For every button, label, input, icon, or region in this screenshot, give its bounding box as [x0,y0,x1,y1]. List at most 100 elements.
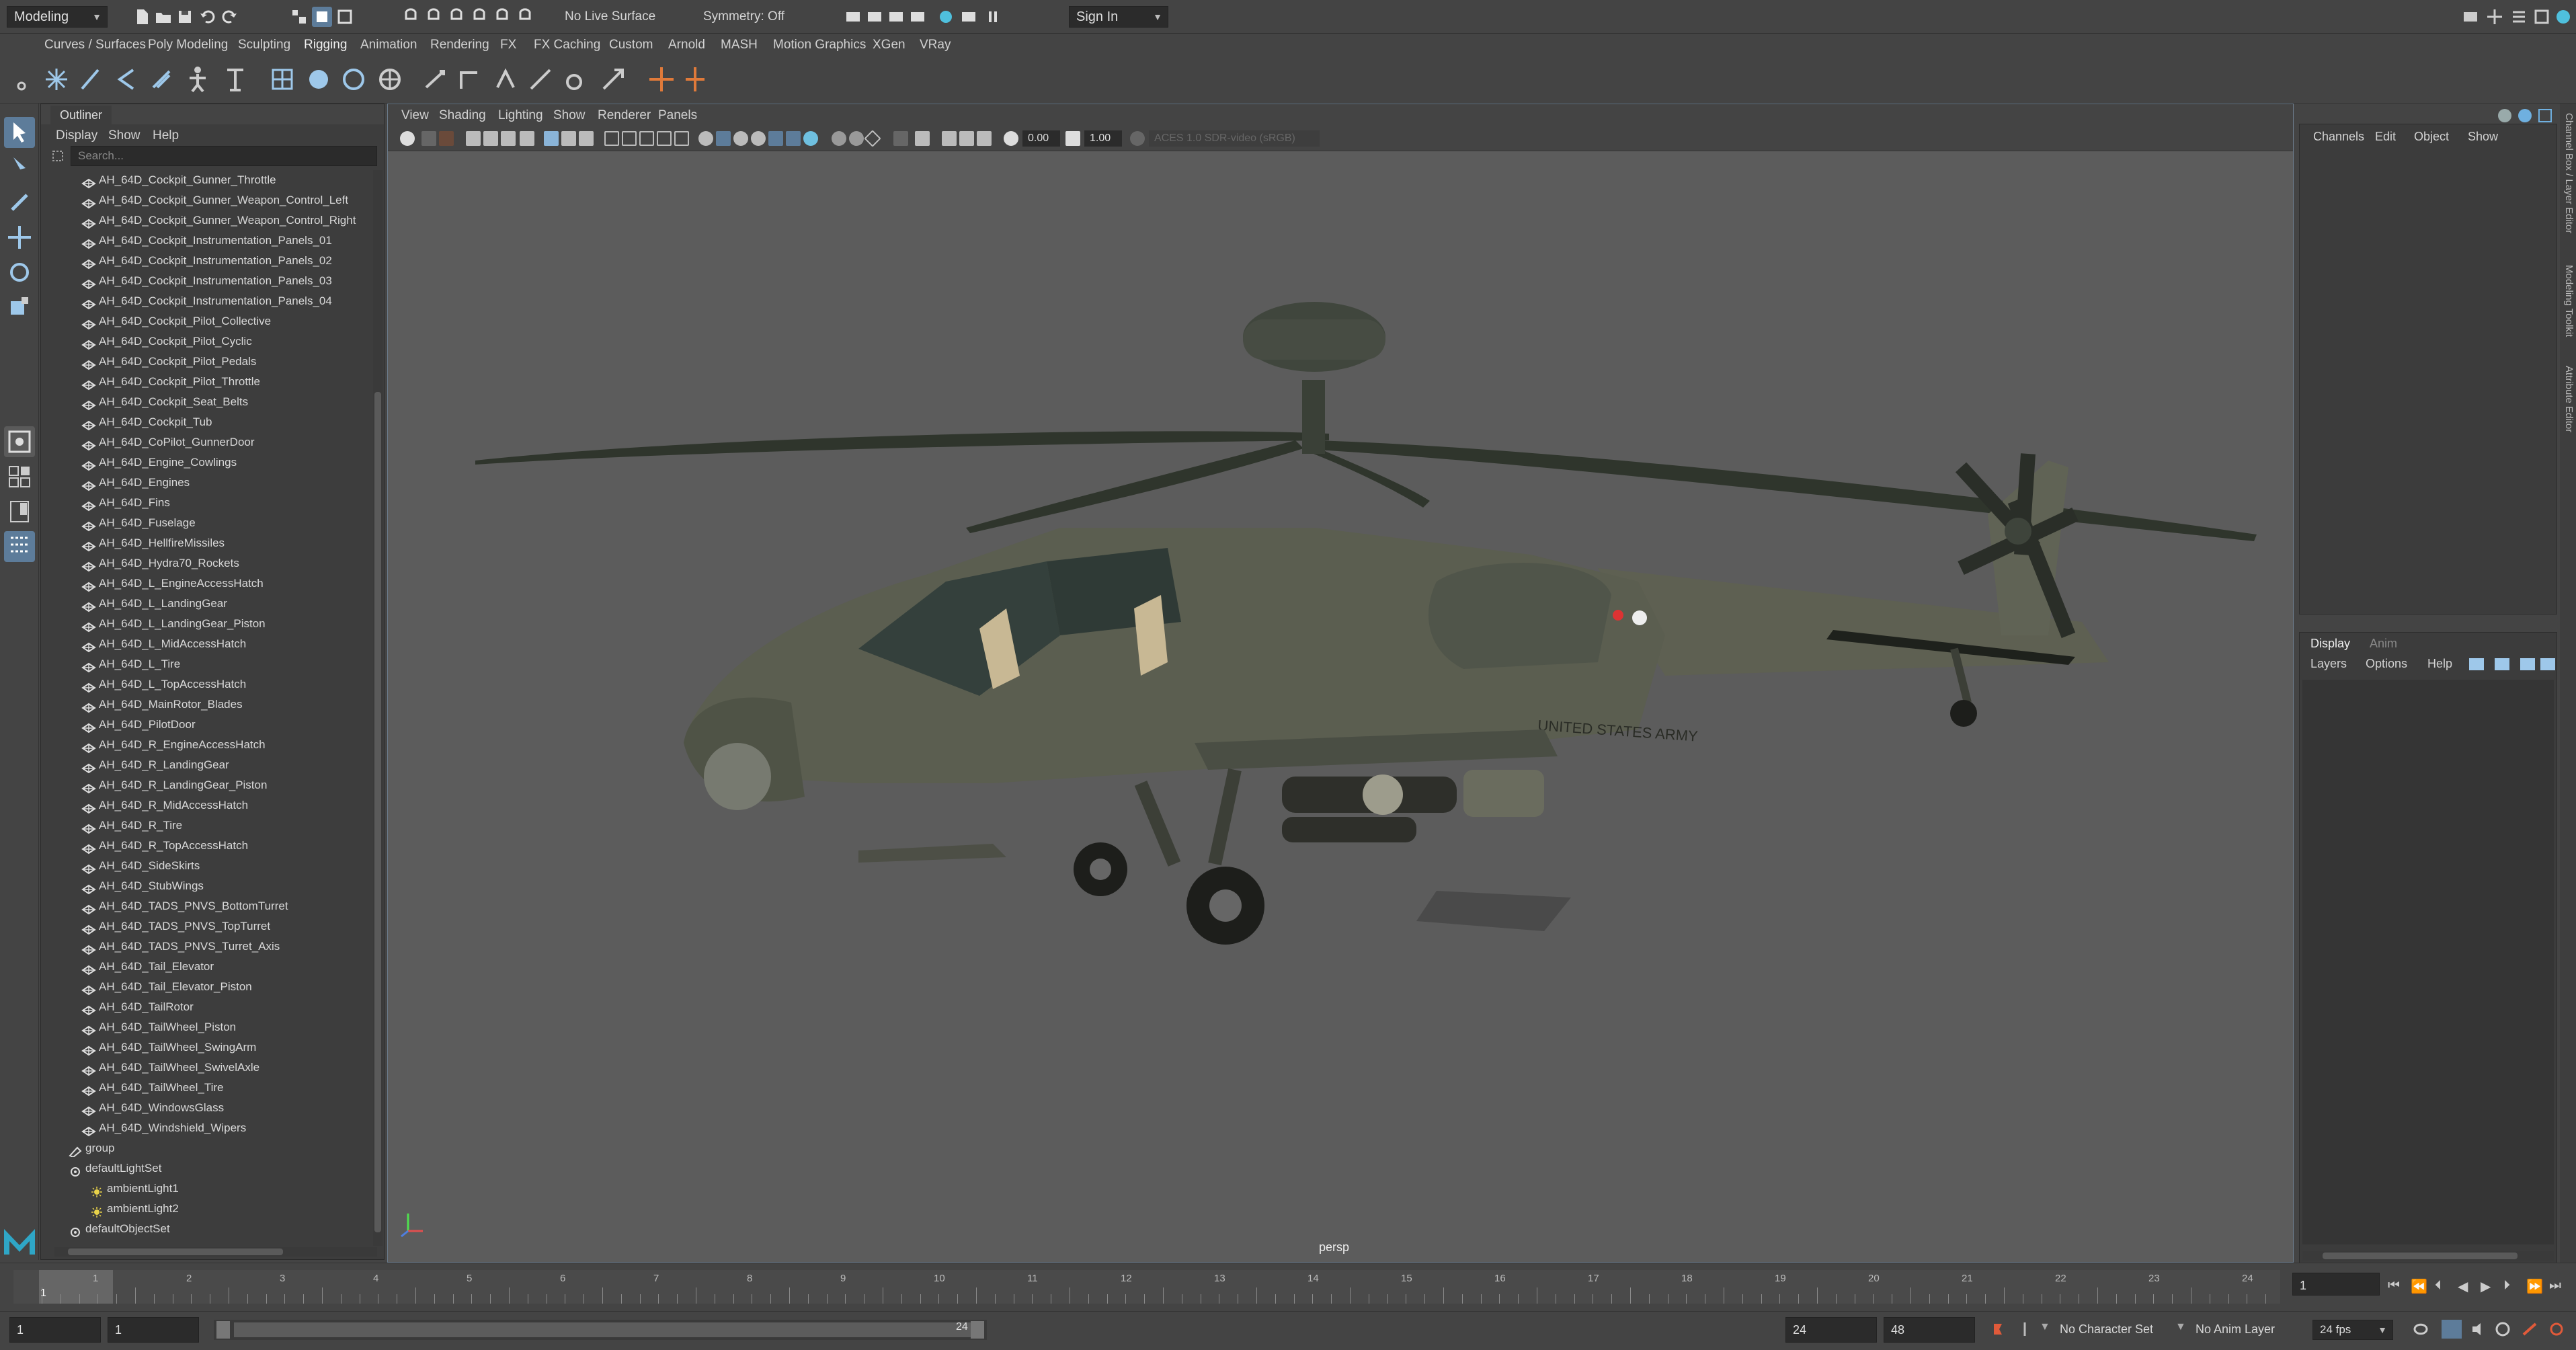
vp-menu-panels[interactable]: Panels [658,108,697,123]
redo-icon[interactable] [219,7,239,27]
outliner-item[interactable]: AH_64D_TailWheel_Piston [81,1017,236,1037]
four-view-icon[interactable] [4,461,35,492]
parent-constraint-icon[interactable] [561,63,593,95]
outliner-item[interactable]: AH_64D_Cockpit_Pilot_Pedals [81,352,256,372]
key-settings-icon[interactable] [2017,1321,2033,1337]
orient-constraint-icon[interactable] [489,63,522,95]
outliner-item[interactable]: AH_64D_TADS_PNVS_Turret_Axis [81,937,280,957]
snap-surface-icon[interactable] [515,7,535,27]
grid-icon[interactable] [520,131,534,146]
wire-deformer-icon[interactable] [337,63,370,95]
cluster-handle-icon[interactable] [682,63,714,95]
range-start-handle[interactable] [216,1321,230,1339]
exposure-icon[interactable] [1004,131,1018,146]
outliner-item[interactable]: AH_64D_Cockpit_Pilot_Cyclic [81,331,252,352]
joint-tool-icon[interactable] [40,63,73,95]
outliner-item[interactable]: AH_64D_Cockpit_Gunner_Weapon_Control_Lef… [81,190,348,210]
play-backwards-icon[interactable]: ◀ [2458,1278,2468,1295]
play-forwards-icon[interactable]: ▶ [2481,1278,2491,1295]
use-all-lights-icon[interactable] [733,131,748,146]
cb-menu-object[interactable]: Object [2414,130,2449,144]
cluster-icon[interactable] [374,63,406,95]
range-end-handle[interactable] [971,1321,984,1339]
tab-arnold[interactable]: Arnold [668,38,705,52]
outliner-menu-show[interactable]: Show [108,128,140,143]
outliner-item[interactable]: AH_64D_StubWings [81,876,204,896]
outliner-item[interactable]: AH_64D_L_LandingGear_Piston [81,614,266,634]
layer-tab-display[interactable]: Display [2310,637,2350,651]
view-transform-dropdown[interactable]: ACES 1.0 SDR-video (sRGB) [1149,130,1320,147]
hypershade-icon[interactable] [936,7,956,27]
anim-preferences-icon[interactable] [2521,1321,2538,1337]
layer-menu-layers[interactable]: Layers [2310,657,2347,671]
tab-poly-modeling[interactable]: Poly Modeling [148,38,228,52]
go-to-start-icon[interactable]: ⏮ [2388,1278,2400,1294]
gate-mask-icon[interactable] [579,131,594,146]
end-time-field[interactable]: 24 [1785,1317,1877,1343]
outliner-light-set-item[interactable]: defaultLightSet [68,1158,161,1179]
layer-menu-options[interactable]: Options [2366,657,2407,671]
tab-vray[interactable]: VRay [920,38,951,52]
aim-constraint-icon[interactable] [454,63,487,95]
outliner-item[interactable]: AH_64D_TailWheel_Tire [81,1078,224,1098]
modeling-toolkit-icon[interactable] [2485,7,2505,27]
lattice-icon[interactable] [266,63,298,95]
layer-tab-anim[interactable]: Anim [2370,637,2397,651]
scale-constraint-icon[interactable] [524,63,557,95]
ipr-render-icon[interactable] [886,7,906,27]
tab-rendering[interactable]: Rendering [430,38,489,52]
new-scene-icon[interactable] [132,7,152,27]
outliner-item[interactable]: AH_64D_TADS_PNVS_TopTurret [81,916,270,937]
pole-vector-icon[interactable] [597,63,629,95]
outliner-horizontal-scrollbar[interactable] [54,1247,377,1257]
side-tab-modeling-toolkit[interactable]: Modeling Toolkit [2561,265,2575,337]
humanik-icon[interactable] [182,63,214,95]
outliner-light-item[interactable]: ambientLight1 [89,1179,179,1199]
point-constraint-icon[interactable] [419,63,452,95]
exposure-field[interactable]: 0.00 [1022,130,1060,147]
outliner-item[interactable]: AH_64D_L_MidAccessHatch [81,634,246,654]
anim-start-field[interactable]: 1 [108,1317,199,1343]
anim-end-field[interactable]: 48 [1884,1317,1975,1343]
shadows-icon[interactable] [751,131,766,146]
smooth-shade-icon[interactable] [674,131,689,146]
outliner-item[interactable]: AH_64D_Fins [81,493,170,513]
outliner-item[interactable]: AH_64D_MainRotor_Blades [81,694,243,715]
outliner-item[interactable]: AH_64D_R_LandingGear_Piston [81,775,267,795]
tab-xgen[interactable]: XGen [873,38,905,52]
search-options-icon[interactable] [50,149,65,163]
select-tool-icon[interactable] [4,117,35,148]
outliner-item[interactable]: AH_64D_L_Tire [81,654,180,674]
outliner-item[interactable]: AH_64D_Fuselage [81,513,196,533]
side-tab-attribute-editor[interactable]: Attribute Editor [2561,366,2575,432]
gamma-icon[interactable] [1065,131,1080,146]
character-set-label[interactable]: No Character Set [2060,1322,2153,1337]
cb-menu-channels[interactable]: Channels [2313,130,2364,144]
tab-rigging[interactable]: Rigging [304,38,347,52]
helicopter-model[interactable]: UNITED STATES ARMY [388,151,2293,1262]
quick-rig-icon[interactable] [219,63,251,95]
outliner-item[interactable]: AH_64D_Cockpit_Instrumentation_Panels_04 [81,291,332,311]
outliner-item[interactable]: AH_64D_Cockpit_Instrumentation_Panels_03 [81,271,332,291]
two-view-icon[interactable] [4,496,35,527]
outliner-item[interactable]: AH_64D_TADS_PNVS_BottomTurret [81,896,288,916]
color-management-icon[interactable] [1130,131,1145,146]
snap-grid-icon[interactable] [401,7,421,27]
resolution-gate-icon[interactable] [561,131,576,146]
anim-layer-label[interactable]: No Anim Layer [2196,1322,2275,1337]
bookmark-icon[interactable] [439,131,454,146]
outliner-item[interactable]: AH_64D_Cockpit_Instrumentation_Panels_01 [81,231,332,251]
snap-live-icon[interactable] [492,7,512,27]
layer-menu-help[interactable]: Help [2427,657,2452,671]
textured-icon[interactable] [716,131,731,146]
render-settings-icon[interactable] [908,7,928,27]
outliner-light-item[interactable]: ambientLight2 [89,1199,179,1219]
camera-select-icon[interactable] [400,131,415,146]
outliner-tab[interactable]: Outliner [50,106,112,124]
outliner-item[interactable]: AH_64D_Tail_Elevator_Piston [81,977,252,997]
step-back-frame-icon[interactable]: ⏴ [2435,1278,2442,1294]
image-plane-icon[interactable] [466,131,481,146]
outliner-item[interactable]: AH_64D_TailRotor [81,997,194,1017]
go-to-end-icon[interactable]: ⏭ [2549,1278,2561,1294]
cb-menu-show[interactable]: Show [2468,130,2498,144]
